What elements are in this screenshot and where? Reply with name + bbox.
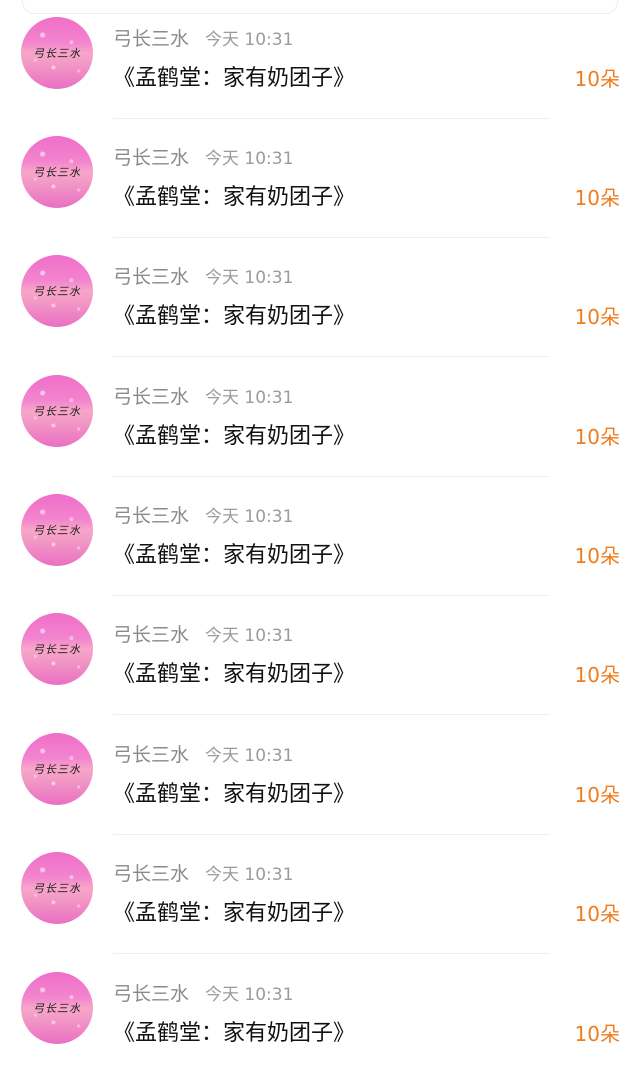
avatar[interactable]: 弓长三水 — [21, 733, 93, 805]
avatar-text: 弓长三水 — [33, 405, 81, 418]
avatar-text: 弓长三水 — [33, 882, 81, 895]
gift-amount: 10朵 — [574, 1022, 620, 1046]
item-title[interactable]: 《孟鹤堂：家有奶团子》 — [113, 656, 355, 688]
gift-amount: 10朵 — [574, 186, 620, 210]
item-meta: 弓长三水 今天 10:31 — [113, 24, 294, 50]
list-item[interactable]: 弓长三水 弓长三水 今天 10:31 《孟鹤堂：家有奶团子》 10朵 — [0, 0, 640, 119]
avatar-text: 弓长三水 — [33, 643, 81, 656]
divider — [113, 356, 550, 357]
list-item[interactable]: 弓长三水 弓长三水 今天 10:31 《孟鹤堂：家有奶团子》 10朵 — [0, 955, 640, 1074]
username[interactable]: 弓长三水 — [113, 505, 189, 527]
item-meta: 弓长三水 今天 10:31 — [113, 382, 294, 408]
timestamp: 今天 10:31 — [205, 507, 294, 527]
list-item[interactable]: 弓长三水 弓长三水 今天 10:31 《孟鹤堂：家有奶团子》 10朵 — [0, 238, 640, 357]
avatar-text: 弓长三水 — [33, 763, 81, 776]
list-item[interactable]: 弓长三水 弓长三水 今天 10:31 《孟鹤堂：家有奶团子》 10朵 — [0, 835, 640, 954]
timestamp: 今天 10:31 — [205, 865, 294, 885]
item-meta: 弓长三水 今天 10:31 — [113, 620, 294, 646]
list-item[interactable]: 弓长三水 弓长三水 今天 10:31 《孟鹤堂：家有奶团子》 10朵 — [0, 716, 640, 835]
avatar-text: 弓长三水 — [33, 166, 81, 179]
item-title[interactable]: 《孟鹤堂：家有奶团子》 — [113, 418, 355, 450]
avatar[interactable]: 弓长三水 — [21, 17, 93, 89]
item-title[interactable]: 《孟鹤堂：家有奶团子》 — [113, 1015, 355, 1047]
timestamp: 今天 10:31 — [205, 149, 294, 169]
item-title[interactable]: 《孟鹤堂：家有奶团子》 — [113, 298, 355, 330]
username[interactable]: 弓长三水 — [113, 863, 189, 885]
item-title[interactable]: 《孟鹤堂：家有奶团子》 — [113, 895, 355, 927]
gift-amount: 10朵 — [574, 783, 620, 807]
avatar-text: 弓长三水 — [33, 285, 81, 298]
item-meta: 弓长三水 今天 10:31 — [113, 859, 294, 885]
gift-amount: 10朵 — [574, 902, 620, 926]
avatar[interactable]: 弓长三水 — [21, 972, 93, 1044]
avatar[interactable]: 弓长三水 — [21, 136, 93, 208]
gift-amount: 10朵 — [574, 663, 620, 687]
list-item[interactable]: 弓长三水 弓长三水 今天 10:31 《孟鹤堂：家有奶团子》 10朵 — [0, 596, 640, 715]
username[interactable]: 弓长三水 — [113, 386, 189, 408]
username[interactable]: 弓长三水 — [113, 744, 189, 766]
username[interactable]: 弓长三水 — [113, 266, 189, 288]
gift-amount: 10朵 — [574, 67, 620, 91]
list-item[interactable]: 弓长三水 弓长三水 今天 10:31 《孟鹤堂：家有奶团子》 10朵 — [0, 358, 640, 477]
username[interactable]: 弓长三水 — [113, 28, 189, 50]
timestamp: 今天 10:31 — [205, 30, 294, 50]
item-meta: 弓长三水 今天 10:31 — [113, 740, 294, 766]
item-title[interactable]: 《孟鹤堂：家有奶团子》 — [113, 179, 355, 211]
item-meta: 弓长三水 今天 10:31 — [113, 501, 294, 527]
item-title[interactable]: 《孟鹤堂：家有奶团子》 — [113, 776, 355, 808]
timestamp: 今天 10:31 — [205, 388, 294, 408]
timestamp: 今天 10:31 — [205, 268, 294, 288]
gift-amount: 10朵 — [574, 544, 620, 568]
divider — [113, 953, 550, 954]
avatar[interactable]: 弓长三水 — [21, 852, 93, 924]
username[interactable]: 弓长三水 — [113, 983, 189, 1005]
item-meta: 弓长三水 今天 10:31 — [113, 979, 294, 1005]
avatar[interactable]: 弓长三水 — [21, 375, 93, 447]
divider — [113, 714, 550, 715]
avatar[interactable]: 弓长三水 — [21, 613, 93, 685]
avatar-text: 弓长三水 — [33, 1002, 81, 1015]
timestamp: 今天 10:31 — [205, 746, 294, 766]
item-title[interactable]: 《孟鹤堂：家有奶团子》 — [113, 60, 355, 92]
gift-amount: 10朵 — [574, 305, 620, 329]
list-item[interactable]: 弓长三水 弓长三水 今天 10:31 《孟鹤堂：家有奶团子》 10朵 — [0, 119, 640, 238]
avatar[interactable]: 弓长三水 — [21, 494, 93, 566]
timestamp: 今天 10:31 — [205, 985, 294, 1005]
list-item[interactable]: 弓长三水 弓长三水 今天 10:31 《孟鹤堂：家有奶团子》 10朵 — [0, 477, 640, 596]
timestamp: 今天 10:31 — [205, 626, 294, 646]
item-meta: 弓长三水 今天 10:31 — [113, 262, 294, 288]
avatar-text: 弓长三水 — [33, 524, 81, 537]
username[interactable]: 弓长三水 — [113, 147, 189, 169]
avatar-text: 弓长三水 — [33, 47, 81, 60]
username[interactable]: 弓长三水 — [113, 624, 189, 646]
item-meta: 弓长三水 今天 10:31 — [113, 143, 294, 169]
item-title[interactable]: 《孟鹤堂：家有奶团子》 — [113, 537, 355, 569]
avatar[interactable]: 弓长三水 — [21, 255, 93, 327]
gift-amount: 10朵 — [574, 425, 620, 449]
